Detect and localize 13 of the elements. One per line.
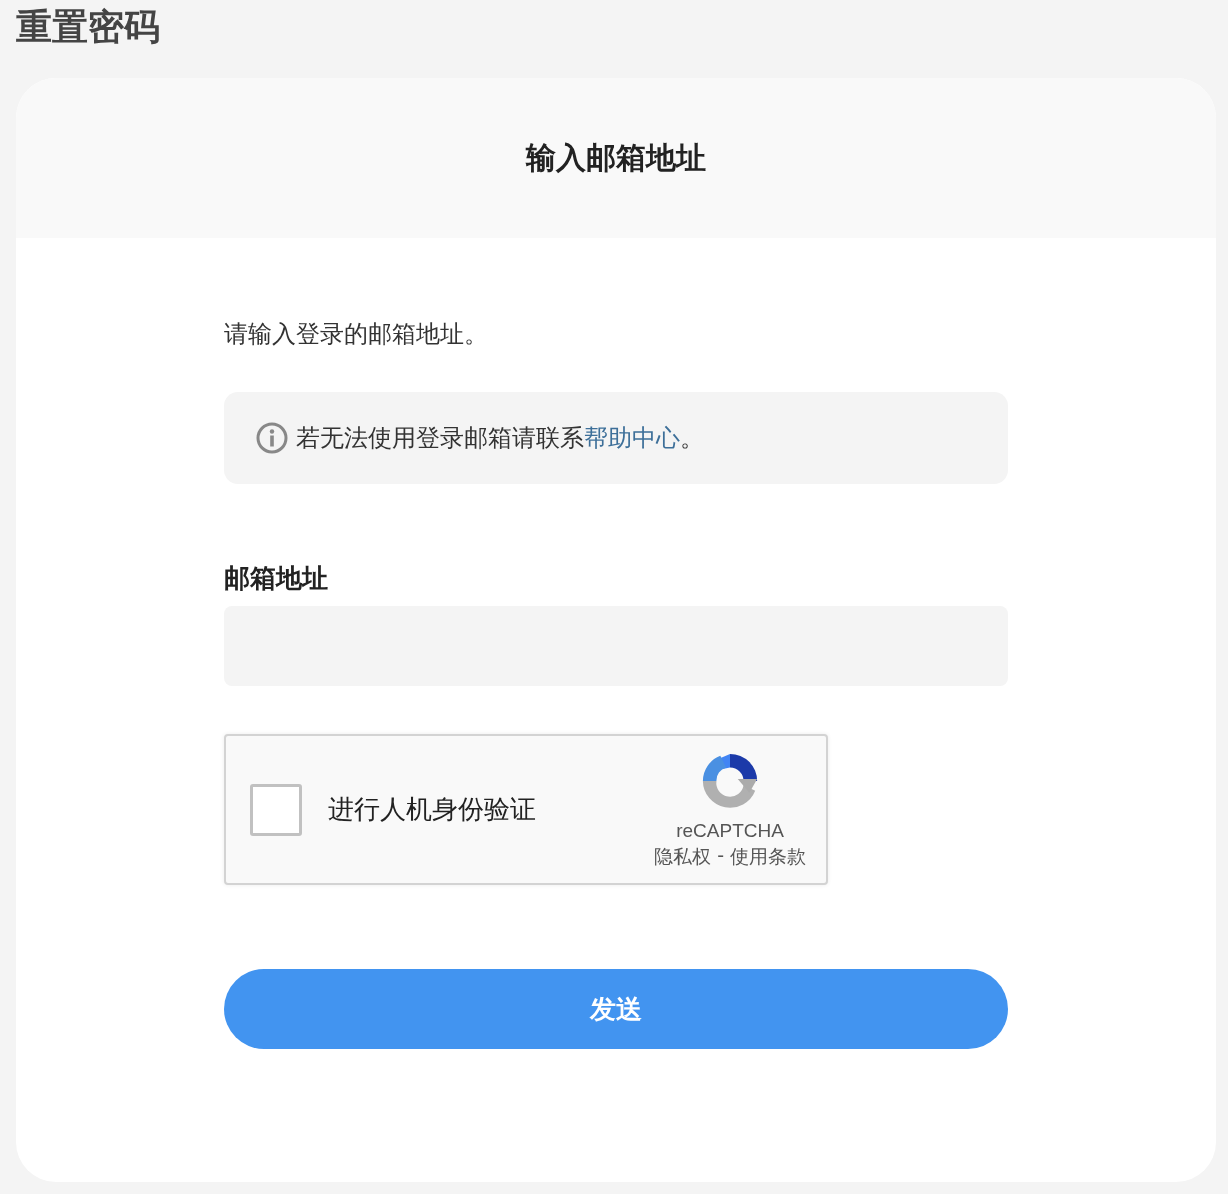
page-title: 重置密码 — [16, 5, 161, 49]
captcha-label: 进行人机身份验证 — [328, 793, 537, 826]
info-icon — [256, 422, 288, 454]
terms-link[interactable]: 使用条款 — [730, 843, 806, 870]
help-center-link[interactable]: 帮助中心 — [584, 424, 680, 452]
instruction-text: 请输入登录的邮箱地址。 — [224, 319, 489, 350]
email-label: 邮箱地址 — [224, 562, 329, 595]
link-separator: - — [717, 843, 724, 868]
recaptcha-brand: reCAPTCHA — [676, 819, 784, 842]
notice-text: 若无法使用登录邮箱请联系帮助中心。 — [296, 423, 704, 454]
card-heading: 输入邮箱地址 — [526, 138, 706, 177]
privacy-link[interactable]: 隐私权 — [654, 843, 712, 870]
captcha-checkbox[interactable] — [250, 783, 302, 836]
